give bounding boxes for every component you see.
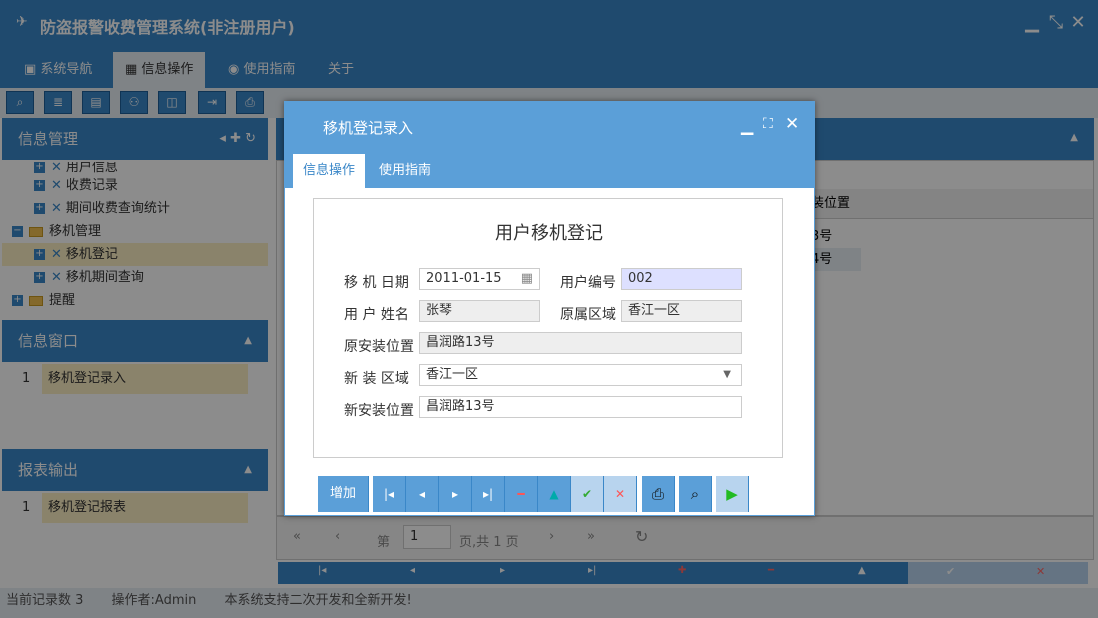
new-loc-label: 新安装位置 (344, 403, 414, 419)
delete-icon[interactable]: ━ (505, 476, 538, 512)
user-no-field[interactable]: 002 (621, 268, 742, 290)
move-form: 用户移机登记 移 机 日期 2011-01-15 ▦ 用户编号 002 用 户 姓… (313, 198, 783, 458)
first-record-icon[interactable]: |◂ (373, 476, 406, 512)
orig-loc-label: 原安装位置 (344, 339, 414, 355)
calendar-icon[interactable]: ▦ (521, 269, 533, 289)
tab-info-ops[interactable]: 信息操作 (293, 154, 366, 188)
preview-icon[interactable]: ⌕ (679, 476, 712, 512)
cancel-icon[interactable]: ✕ (604, 476, 637, 512)
minimize-icon[interactable]: ▁ (741, 116, 753, 135)
print-icon[interactable]: ⎙ (642, 476, 675, 512)
move-register-dialog: 移机登记录入 ▁ ⛶ ✕ 信息操作 使用指南 用户移机登记 移 机 日期 201… (284, 101, 815, 516)
dialog-title: 移机登记录入 (323, 119, 414, 137)
add-button[interactable]: 增加 (318, 476, 369, 512)
user-name-field[interactable]: 张琴 (419, 300, 540, 322)
user-name-label: 用 户 姓名 (344, 307, 409, 323)
close-icon[interactable]: ✕ (785, 114, 799, 134)
orig-area-field[interactable]: 香江一区 (621, 300, 742, 322)
new-area-label: 新 装 区域 (344, 371, 409, 387)
dialog-header: 移机登记录入 ▁ ⛶ ✕ (285, 102, 814, 152)
new-area-select[interactable]: 香江一区 ▼ (419, 364, 742, 386)
orig-loc-field[interactable]: 昌润路13号 (419, 332, 742, 354)
edit-icon[interactable]: ▲ (538, 476, 571, 512)
prev-record-icon[interactable]: ◂ (406, 476, 439, 512)
move-date-label: 移 机 日期 (344, 275, 409, 291)
chevron-down-icon[interactable]: ▼ (723, 365, 731, 385)
orig-area-label: 原属区域 (560, 307, 616, 323)
play-icon[interactable]: ▶ (716, 476, 749, 512)
form-title: 用户移机登记 (495, 223, 603, 244)
new-loc-field[interactable]: 昌润路13号 (419, 396, 742, 418)
maximize-icon[interactable]: ⛶ (763, 116, 773, 132)
next-record-icon[interactable]: ▸ (439, 476, 472, 512)
user-no-label: 用户编号 (560, 275, 616, 291)
move-date-field[interactable]: 2011-01-15 ▦ (419, 268, 540, 290)
confirm-icon[interactable]: ✔ (571, 476, 604, 512)
tab-guide[interactable]: 使用指南 (369, 154, 441, 188)
last-record-icon[interactable]: ▸| (472, 476, 505, 512)
